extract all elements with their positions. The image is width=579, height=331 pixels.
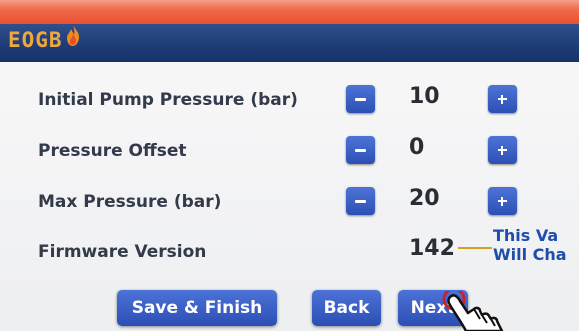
flame-icon (65, 23, 81, 52)
annotation-leader-line (458, 247, 492, 249)
top-accent-bar (0, 0, 579, 24)
pointing-hand-icon (436, 291, 536, 331)
annotation-line-1: This Va (493, 226, 559, 245)
increase-pressure-offset-button[interactable] (488, 136, 517, 164)
increase-max-pressure-button[interactable] (488, 187, 517, 215)
decrease-pressure-offset-button[interactable] (346, 136, 375, 164)
setting-label: Firmware Version (38, 242, 207, 262)
decrease-max-pressure-button[interactable] (346, 187, 375, 215)
decrease-initial-pump-pressure-button[interactable] (346, 85, 375, 113)
firmware-version-value: 142 (409, 236, 455, 261)
logo-text: EOGB (8, 28, 63, 52)
annotation-callout: This Va Will Cha (493, 226, 579, 264)
save-finish-button[interactable]: Save & Finish (117, 290, 277, 326)
back-button[interactable]: Back (312, 290, 381, 326)
setting-label: Pressure Offset (38, 141, 187, 161)
setting-value: 0 (409, 135, 425, 160)
annotation-line-2: Will Cha (493, 245, 567, 264)
setting-label: Max Pressure (bar) (38, 192, 222, 212)
brand-logo: EOGB (8, 23, 81, 52)
setting-label: Initial Pump Pressure (bar) (38, 90, 298, 110)
increase-initial-pump-pressure-button[interactable] (488, 85, 517, 113)
setting-row-max-pressure: Max Pressure (bar) 20 (0, 184, 579, 224)
setting-value: 20 (409, 186, 440, 211)
setting-value: 10 (409, 84, 440, 109)
setting-row-initial-pump-pressure: Initial Pump Pressure (bar) 10 (0, 82, 579, 122)
header-bar: EOGB (0, 23, 579, 62)
setting-row-pressure-offset: Pressure Offset 0 (0, 133, 579, 173)
